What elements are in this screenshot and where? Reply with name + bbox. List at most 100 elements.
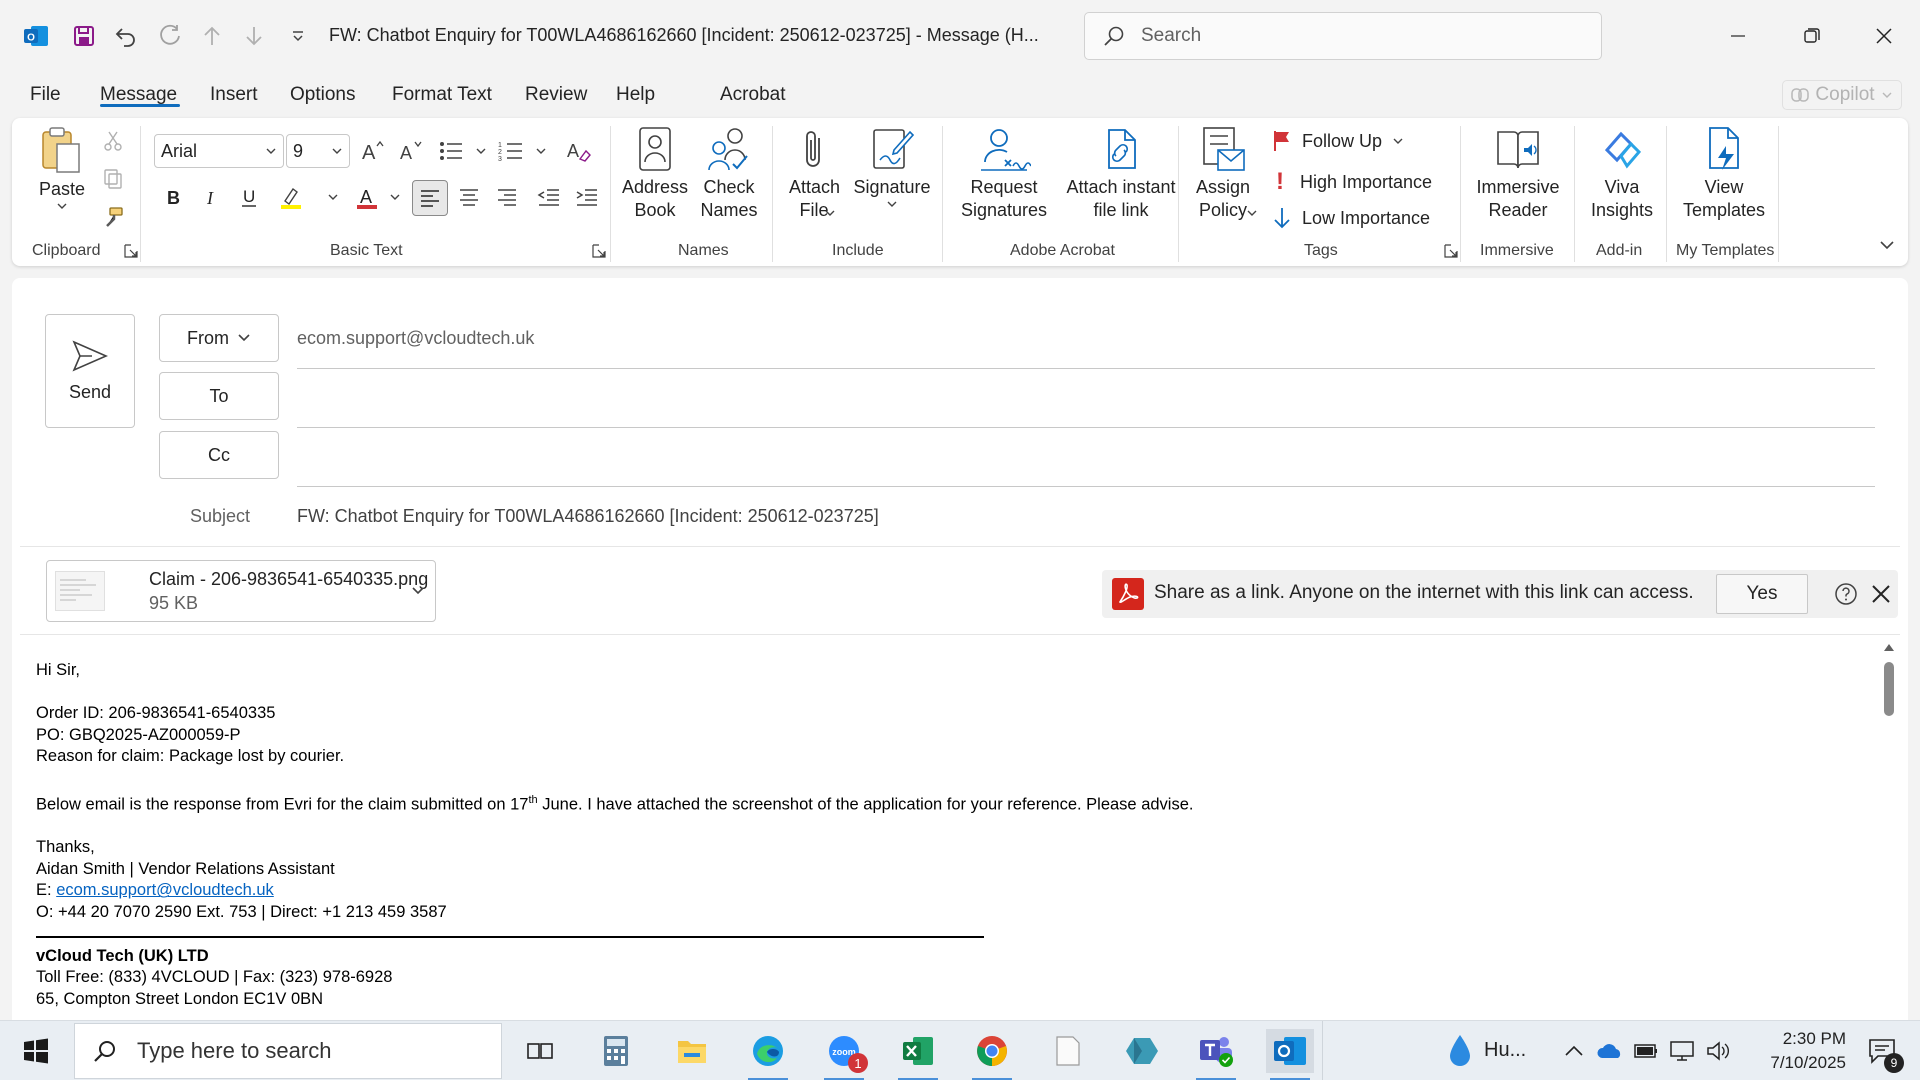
viva-insights-button[interactable]: Viva Insights xyxy=(1586,126,1658,222)
font-size-combo[interactable]: 9 xyxy=(286,134,350,168)
tab-options[interactable]: Options xyxy=(290,84,355,106)
tab-file[interactable]: File xyxy=(30,84,61,106)
save-icon[interactable] xyxy=(68,20,100,52)
clear-formatting-icon[interactable]: A xyxy=(564,136,594,166)
calculator-icon[interactable] xyxy=(592,1029,640,1073)
request-signatures-button[interactable]: Request Signatures xyxy=(956,126,1052,222)
bullets-icon[interactable] xyxy=(436,136,466,166)
subject-field[interactable]: FW: Chatbot Enquiry for T00WLA4686162660… xyxy=(297,506,879,527)
chevron-down-icon[interactable] xyxy=(526,136,556,166)
start-button[interactable] xyxy=(12,1029,60,1073)
copilot-button[interactable]: Copilot xyxy=(1782,80,1902,110)
attach-instant-file-link-button[interactable]: Attach instant file link xyxy=(1056,126,1186,222)
format-painter-icon[interactable] xyxy=(98,202,128,232)
font-name-combo[interactable]: Arial xyxy=(154,134,284,168)
tab-review[interactable]: Review xyxy=(525,84,587,106)
edge-browser-icon[interactable] xyxy=(744,1029,792,1080)
chevron-down-icon[interactable] xyxy=(411,585,425,597)
tab-format-text[interactable]: Format Text xyxy=(392,84,492,106)
close-window-button[interactable] xyxy=(1854,12,1914,60)
chrome-icon[interactable] xyxy=(968,1029,1016,1080)
clipboard-launcher-icon[interactable] xyxy=(124,244,138,258)
chevron-down-icon[interactable] xyxy=(318,182,348,212)
taskbar-search-input[interactable] xyxy=(137,1038,497,1064)
low-importance-button[interactable]: Low Importance xyxy=(1272,206,1430,230)
immersive-reader-button[interactable]: Immersive Reader xyxy=(1472,126,1564,222)
notifications-icon[interactable]: 9 xyxy=(1858,1029,1906,1073)
attach-file-button[interactable]: Attach File xyxy=(784,126,844,222)
customize-toolbar-icon[interactable] xyxy=(282,20,314,52)
check-names-button[interactable]: Check Names xyxy=(694,126,764,222)
paste-button[interactable]: Paste xyxy=(34,126,90,211)
next-item-icon[interactable] xyxy=(238,20,270,52)
file-explorer-icon[interactable] xyxy=(668,1029,716,1073)
help-icon[interactable] xyxy=(1834,582,1858,606)
align-right-button[interactable] xyxy=(492,182,522,212)
scrollbar-thumb[interactable] xyxy=(1884,662,1894,716)
minimize-button[interactable] xyxy=(1708,12,1768,60)
attachment-size: 95 KB xyxy=(149,593,199,613)
attachment-card[interactable]: Claim - 206-9836541-6540335.png 95 KB xyxy=(46,560,436,622)
previous-item-icon[interactable] xyxy=(196,20,228,52)
decrease-indent-icon[interactable] xyxy=(534,182,564,212)
address-book-button[interactable]: Address Book xyxy=(620,126,690,222)
teams-icon[interactable] xyxy=(1192,1029,1240,1080)
align-center-button[interactable] xyxy=(454,182,484,212)
to-button[interactable]: To xyxy=(159,372,279,420)
view-templates-button[interactable]: View Templates xyxy=(1676,126,1772,222)
ribbon-collapse-icon[interactable] xyxy=(1872,230,1902,260)
redo-icon[interactable] xyxy=(154,20,186,52)
zoom-icon[interactable]: zoom 1 xyxy=(820,1029,868,1080)
cut-icon[interactable] xyxy=(98,126,128,156)
cc-button[interactable]: Cc xyxy=(159,431,279,479)
highlight-icon[interactable] xyxy=(276,182,306,212)
volume-icon[interactable] xyxy=(1694,1029,1742,1073)
from-button[interactable]: From xyxy=(159,314,279,362)
message-body[interactable]: Hi Sir, Order ID: 206-9836541-6540335 PO… xyxy=(36,660,1856,1010)
system-clock[interactable]: 2:30 PM 7/10/2025 xyxy=(1736,1027,1846,1075)
task-view-icon[interactable] xyxy=(516,1029,564,1073)
search-box[interactable] xyxy=(1084,12,1602,60)
search-input[interactable] xyxy=(1141,25,1561,47)
share-yes-button[interactable]: Yes xyxy=(1716,574,1808,614)
taskbar-search[interactable] xyxy=(74,1023,502,1079)
notepad-icon[interactable] xyxy=(1044,1029,1092,1073)
font-color-icon[interactable]: A xyxy=(352,182,382,212)
signature-button[interactable]: Signature xyxy=(850,126,934,209)
restore-button[interactable] xyxy=(1782,12,1842,60)
signature-email-link[interactable]: ecom.support@vcloudtech.uk xyxy=(56,881,274,899)
chevron-down-icon[interactable] xyxy=(380,182,410,212)
message-scrollbar[interactable] xyxy=(1878,638,1900,1038)
scroll-up-icon[interactable] xyxy=(1883,642,1895,652)
tab-message[interactable]: Message xyxy=(100,84,177,106)
outlook-taskbar-icon[interactable] xyxy=(1266,1029,1314,1080)
follow-up-button[interactable]: Follow Up xyxy=(1272,130,1404,152)
svg-text:A: A xyxy=(362,142,376,163)
cc-field[interactable] xyxy=(297,445,1875,473)
to-field[interactable] xyxy=(297,386,1875,414)
send-button[interactable]: Send xyxy=(45,314,135,428)
align-left-button[interactable] xyxy=(412,180,448,216)
assign-policy-button[interactable]: Assign Policy xyxy=(1188,126,1258,222)
basic-text-launcher-icon[interactable] xyxy=(592,244,606,258)
app-diamond-icon[interactable] xyxy=(1118,1029,1166,1073)
copy-icon[interactable] xyxy=(98,164,128,194)
close-icon[interactable] xyxy=(1870,583,1892,605)
undo-icon[interactable] xyxy=(110,20,142,52)
tags-launcher-icon[interactable] xyxy=(1444,244,1458,258)
italic-button[interactable]: I xyxy=(196,182,226,212)
high-importance-button[interactable]: ! High Importance xyxy=(1276,168,1432,196)
tab-acrobat[interactable]: Acrobat xyxy=(720,84,785,106)
underline-button[interactable]: U xyxy=(234,182,264,212)
bold-button[interactable]: B xyxy=(158,182,188,212)
tab-insert[interactable]: Insert xyxy=(210,84,258,106)
excel-icon[interactable] xyxy=(894,1029,942,1080)
grow-font-icon[interactable]: A xyxy=(358,136,388,166)
increase-indent-icon[interactable] xyxy=(572,182,602,212)
weather-icon[interactable] xyxy=(1436,1029,1484,1073)
shrink-font-icon[interactable]: A xyxy=(396,136,426,166)
tab-help[interactable]: Help xyxy=(616,84,655,106)
chevron-down-icon xyxy=(1392,135,1404,147)
numbering-icon[interactable]: 123 xyxy=(496,136,526,166)
chevron-down-icon[interactable] xyxy=(466,136,496,166)
